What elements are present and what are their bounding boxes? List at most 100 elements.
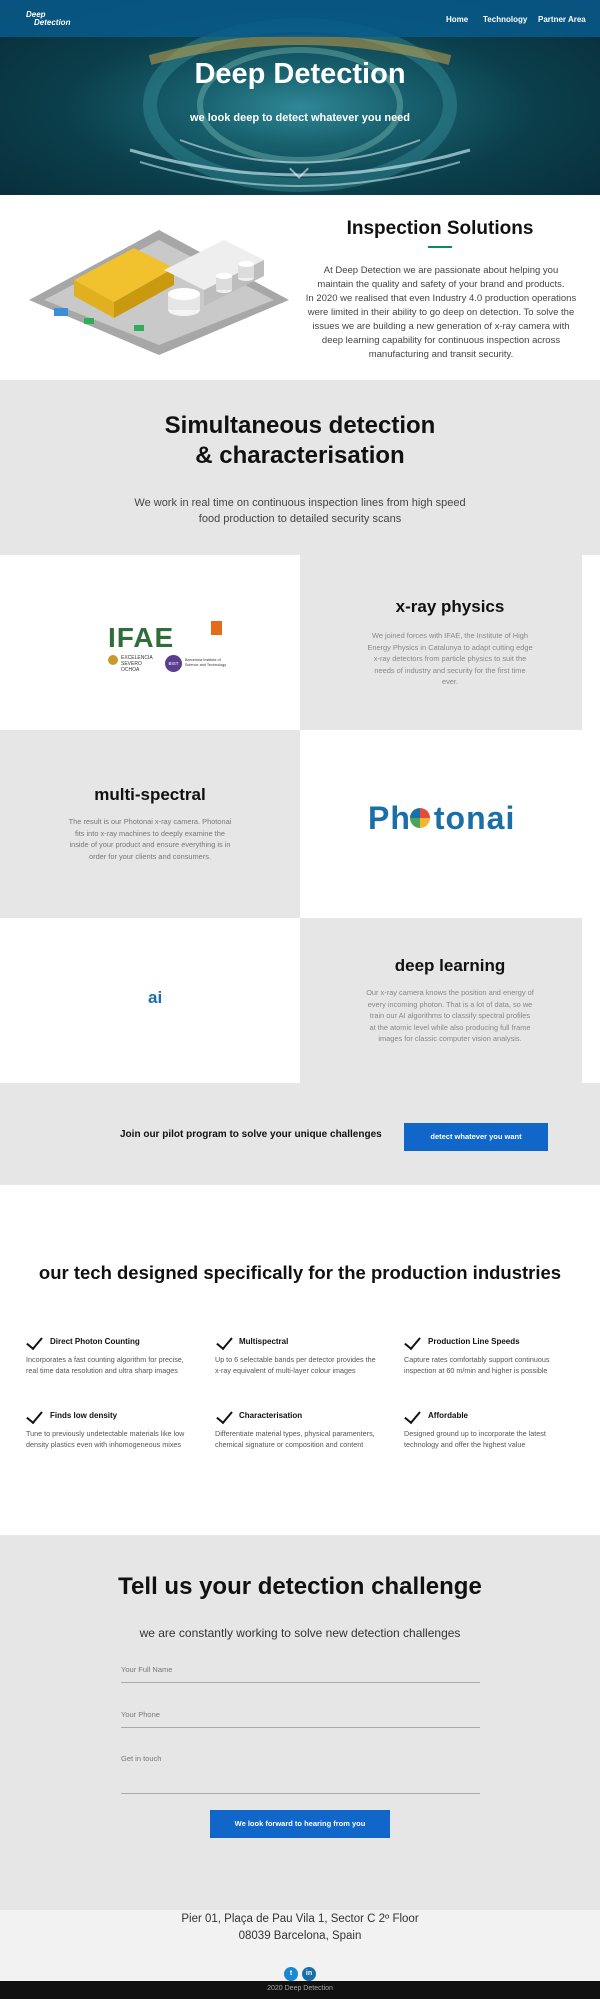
- message-field[interactable]: Get in touch: [121, 1750, 480, 1794]
- photonai-logo-cell: Ph tonai: [300, 730, 600, 918]
- multi-spectral-text: The result is our Photonai x-ray camera.…: [20, 816, 280, 862]
- feature-line: inspection at 60 m/min and higher is pos…: [404, 1366, 548, 1375]
- submit-button[interactable]: We look forward to hearing from you: [210, 1810, 390, 1838]
- grid-edge-strip: [582, 918, 600, 1083]
- xray-physics-title: x-ray physics: [395, 597, 505, 616]
- top-navigation-bar: Deep Detection Home Technology Partner A…: [0, 0, 600, 37]
- full-name-placeholder: Your Full Name: [121, 1665, 173, 1674]
- deeplearning-line: Our x-ray camera knows the position and …: [366, 988, 534, 997]
- address-line: Pier 01, Plaça de Pau Vila 1, Sector C 2…: [181, 1913, 419, 1925]
- feature-title: Affordable: [428, 1411, 468, 1420]
- feature-line: real time data resolution and ultra shar…: [26, 1366, 178, 1375]
- bist-label-line: Science and Technology: [185, 663, 227, 667]
- bist-label: Barcelona Institute of Science and Techn…: [185, 658, 226, 668]
- checkmark-icon: [216, 1332, 233, 1351]
- feature-title: Production Line Speeds: [428, 1337, 520, 1346]
- contact-title: Tell us your detection challenge: [118, 1573, 482, 1600]
- xray-line: x-ray detectors from particle physics to…: [373, 654, 527, 663]
- photonai-logo-part: Ph: [368, 800, 411, 836]
- full-name-field[interactable]: Your Full Name: [121, 1660, 480, 1684]
- feature-line: technology and offer the highest value: [404, 1440, 526, 1449]
- simultaneous-subtitle: We work in real time on continuous inspe…: [0, 495, 600, 527]
- deeplearning-line: at the atomic level while also producing…: [369, 1022, 531, 1032]
- simultaneous-title-line: Simultaneous detection: [164, 412, 436, 439]
- hero-subtitle: we look deep to detect whatever you need: [189, 112, 411, 124]
- copyright-text: 2020 Deep Detection: [267, 1985, 333, 1992]
- linkedin-icon[interactable]: in: [302, 1967, 316, 1981]
- checkmark-icon: [404, 1406, 421, 1425]
- grid-edge-strip: [582, 730, 600, 918]
- multi-spectral-cell: multi-spectral The result is our Photona…: [0, 730, 300, 918]
- simultaneous-title: Simultaneous detection & characterisatio…: [0, 411, 600, 471]
- bist-logo: BIST: [165, 655, 182, 672]
- phone-placeholder: Your Phone: [121, 1710, 160, 1719]
- pilot-text: Join our pilot program to solve your uni…: [120, 1129, 382, 1140]
- multi-spectral-title: multi-spectral: [94, 785, 206, 804]
- inspection-line: At Deep Detection we are passionate abou…: [323, 265, 559, 276]
- inspection-title: Inspection Solutions: [346, 218, 534, 239]
- grid-edge-strip: [582, 555, 600, 730]
- xray-physics-cell: x-ray physics We joined forces with IFAE…: [300, 555, 600, 730]
- feature-line: Incorporates a fast counting algorithm f…: [26, 1355, 184, 1364]
- inspection-line: deep learning capability for continuous …: [321, 335, 561, 346]
- feature-line: x-ray equivalent of multi-layer colour i…: [215, 1366, 356, 1375]
- footer-address: Pier 01, Plaça de Pau Vila 1, Sector C 2…: [0, 1911, 600, 1945]
- feature-text: Up to 6 selectable bands per detector pr…: [215, 1354, 376, 1376]
- multispectral-line: inside of your product and ensure everyt…: [69, 840, 231, 849]
- checkmark-icon: [26, 1332, 43, 1351]
- nav-link-partner-area[interactable]: Partner Area: [538, 15, 586, 24]
- inspection-line: maintain the quality and safety of your …: [317, 279, 565, 290]
- field-underline: [121, 1793, 480, 1794]
- severo-ochoa-seal-icon: [108, 655, 118, 665]
- feature-title: Direct Photon Counting: [50, 1337, 140, 1346]
- severo-ochoa-label: EXCELENCIA SEVERO OCHOA: [121, 655, 153, 673]
- factory-illustration: [29, 230, 289, 355]
- detect-button[interactable]: detect whatever you want: [404, 1123, 548, 1151]
- ifae-logo-cell: IFAE EXCELENCIA SEVERO OCHOA BIST Barcel…: [0, 555, 300, 730]
- site-logo[interactable]: Deep Detection: [26, 11, 70, 27]
- inspection-line: issues we are building a new generation …: [312, 321, 570, 332]
- feature-text: Designed ground up to incorporate the la…: [404, 1428, 546, 1450]
- inspection-line: In 2020 we realised that even Industry 4…: [305, 293, 577, 304]
- multispectral-line: order for your clients and consumers.: [89, 851, 211, 861]
- ifae-logo: IFAE: [108, 622, 175, 653]
- field-underline: [121, 1682, 480, 1683]
- severo-ochoa-line: OCHOA: [121, 667, 140, 673]
- inspection-line: manufacturing and transit security.: [368, 349, 514, 360]
- message-placeholder: Get in touch: [121, 1754, 162, 1763]
- feature-line: chemical signature or composition and co…: [215, 1440, 364, 1449]
- feature-text: Capture rates comfortably support contin…: [404, 1354, 549, 1376]
- feature-title: Multispectral: [239, 1337, 289, 1346]
- feature-line: Capture rates comfortably support contin…: [404, 1355, 550, 1364]
- hero-title: Deep Detection: [194, 58, 406, 90]
- simultaneous-subtitle-line: food production to detailed security sca…: [198, 513, 402, 525]
- deep-learning-title: deep learning: [394, 956, 506, 975]
- xray-line: Energy Physics in Catalunya to adapt cut…: [367, 642, 533, 652]
- feature-line: Differentiate material types, physical p…: [215, 1429, 375, 1438]
- xray-line: We joined forces with IFAE, the Institut…: [372, 631, 528, 640]
- inspection-line: were limited in their ability to go deep…: [307, 307, 575, 318]
- pilot-section: Join our pilot program to solve your uni…: [0, 1083, 600, 1185]
- feature-title: Characterisation: [239, 1411, 303, 1420]
- checkmark-icon: [26, 1406, 43, 1425]
- footer: Pier 01, Plaça de Pau Vila 1, Sector C 2…: [0, 1910, 600, 1981]
- nav-link-technology[interactable]: Technology: [483, 15, 527, 24]
- deeplearning-line: images for classic computer vision analy…: [378, 1034, 522, 1043]
- photonai-o-icon: [410, 808, 430, 828]
- checkmark-icon: [216, 1406, 233, 1425]
- feature-line: Tune to previously undetectable material…: [26, 1429, 185, 1438]
- inspection-text: At Deep Detection we are passionate abou…: [300, 264, 582, 362]
- feature-line: Up to 6 selectable bands per detector pr…: [215, 1355, 376, 1364]
- ifae-logo-mark-icon: [211, 621, 222, 635]
- deeplearning-line: every incoming photon. That is a lot of …: [367, 999, 533, 1009]
- nav-link-home[interactable]: Home: [446, 15, 468, 24]
- twitter-icon[interactable]: t: [284, 1967, 298, 1981]
- multispectral-line: fits into x-ray machines to deeply exami…: [75, 828, 225, 838]
- feature-text: Incorporates a fast counting algorithm f…: [26, 1354, 184, 1376]
- feature-text: Tune to previously undetectable material…: [26, 1428, 184, 1450]
- photonai-logo-part: tonai: [433, 800, 516, 836]
- phone-field[interactable]: Your Phone: [121, 1705, 480, 1729]
- feature-line: density plastics even with inhomogeneous…: [26, 1440, 182, 1449]
- deeplearning-line: train our AI algorithms to classify spec…: [369, 1011, 531, 1020]
- ai-logo-cell: ai: [0, 918, 300, 1083]
